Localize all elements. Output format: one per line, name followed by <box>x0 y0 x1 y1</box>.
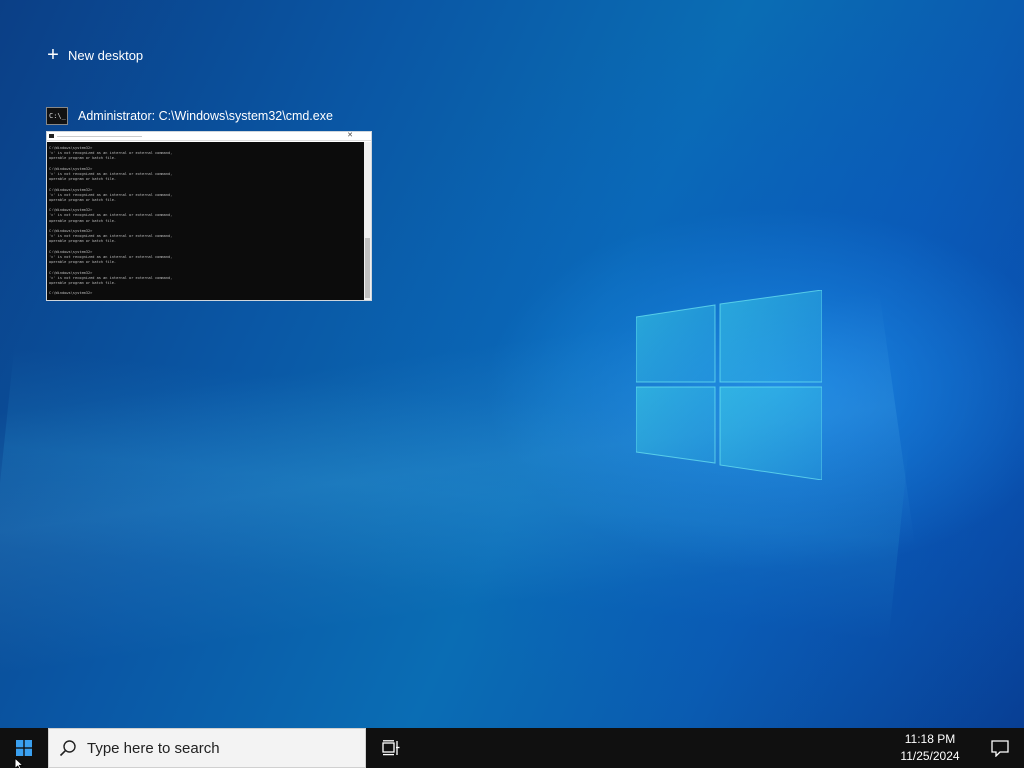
window-thumbnail-title: Administrator: C:\Windows\system32\cmd.e… <box>78 109 333 123</box>
cmd-console-output: C:\Windows\system32>'c' is not recognize… <box>47 142 364 300</box>
taskbar-search-box[interactable] <box>48 728 366 768</box>
window-thumbnail-cmd[interactable]: C:\_ Administrator: C:\Windows\system32\… <box>46 106 372 301</box>
plus-icon: + <box>47 44 59 66</box>
action-center-button[interactable] <box>976 728 1024 768</box>
search-icon <box>59 740 76 757</box>
cmd-small-icon <box>49 134 54 138</box>
clock-date: 11/25/2024 <box>900 749 960 763</box>
task-view-button[interactable] <box>367 728 415 768</box>
taskbar-clock[interactable]: 11:18 PM 11/25/2024 <box>886 728 974 768</box>
cmd-icon: C:\_ <box>46 107 68 125</box>
taskbar-spacer <box>415 728 886 768</box>
window-thumbnail-header: C:\_ Administrator: C:\Windows\system32\… <box>46 106 372 126</box>
search-input[interactable] <box>87 739 347 757</box>
new-desktop-button[interactable]: + New desktop <box>46 44 143 66</box>
mouse-cursor-icon <box>14 758 24 768</box>
cmd-scrollbar <box>364 142 371 300</box>
cmd-titlebar: ✕ <box>47 132 371 141</box>
windows-logo-wallpaper <box>636 290 822 480</box>
start-button[interactable] <box>0 728 48 768</box>
new-desktop-label: New desktop <box>68 47 144 63</box>
windows-start-icon <box>16 740 32 756</box>
clock-time: 11:18 PM <box>904 732 956 746</box>
notification-icon <box>991 739 1009 757</box>
console-line: C:\Windows\system32> <box>49 291 93 296</box>
taskbar: 11:18 PM 11/25/2024 <box>0 728 1024 768</box>
window-thumbnail-preview[interactable]: ✕ C:\Windows\system32>'c' is not recogni… <box>46 131 372 301</box>
close-icon: ✕ <box>347 132 353 139</box>
titlebar-text-placeholder <box>57 136 142 137</box>
task-view-icon <box>382 740 400 756</box>
